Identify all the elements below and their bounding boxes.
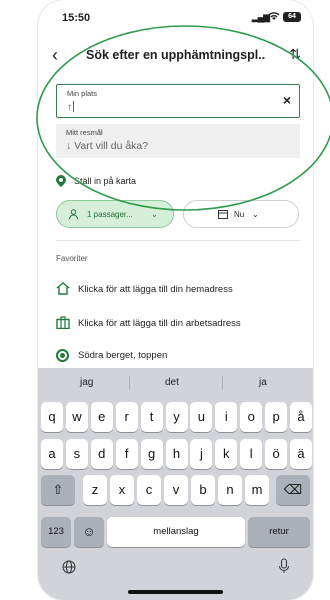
time-label: Nu xyxy=(234,210,245,219)
key-c[interactable]: c xyxy=(137,475,161,505)
key-r[interactable]: r xyxy=(115,402,138,432)
favorite-home-label: Klicka för att lägga till din hemadress xyxy=(78,284,233,295)
microphone-icon[interactable] xyxy=(278,558,290,577)
key-b[interactable]: b xyxy=(191,475,215,505)
key-a[interactable]: a xyxy=(41,439,63,469)
key-n[interactable]: n xyxy=(218,475,242,505)
arrow-down-icon: ↓ xyxy=(66,140,72,152)
favorite-saved-label: Södra berget, toppen xyxy=(78,350,168,361)
suggestion-separator xyxy=(129,376,130,390)
destination-field[interactable]: Mitt resmål ↓ Vart vill du åka? xyxy=(56,124,300,158)
suggestion-bar: jag det ja xyxy=(38,368,313,398)
key-o[interactable]: o xyxy=(240,402,263,432)
location-target-icon xyxy=(56,349,69,362)
key-k[interactable]: k xyxy=(215,439,238,469)
swap-icon[interactable]: ⇅ xyxy=(289,46,301,63)
destination-label: Mitt resmål xyxy=(66,128,103,137)
return-key[interactable]: retur xyxy=(248,517,310,547)
back-icon[interactable]: ‹ xyxy=(52,46,58,64)
text-caret xyxy=(73,101,74,112)
key-h[interactable]: h xyxy=(165,439,188,469)
pickup-label: Min plats xyxy=(67,89,98,98)
key-u[interactable]: u xyxy=(190,402,213,432)
chevron-down-icon: ⌄ xyxy=(252,210,259,219)
passenger-chip[interactable]: 1 passager... ⌄ xyxy=(56,200,174,228)
page-title: Sök efter en upphämtningspl... xyxy=(86,48,266,62)
key-e[interactable]: e xyxy=(90,402,113,432)
pickup-value: ↑ xyxy=(67,101,74,113)
phone-screen: 15:50 ▂▄▆ 64 ‹ Sök efter en upphämtnings… xyxy=(38,0,313,600)
map-pin-icon xyxy=(56,175,66,190)
key-f[interactable]: f xyxy=(115,439,138,469)
battery-icon: 64 xyxy=(283,12,301,22)
globe-icon[interactable] xyxy=(62,560,76,577)
set-on-map-label: Ställ in på karta xyxy=(74,176,137,186)
emoji-key[interactable]: ☺ xyxy=(74,517,104,547)
status-time: 15:50 xyxy=(62,12,91,24)
backspace-key[interactable]: ⌫ xyxy=(276,475,310,505)
suggestion-3[interactable]: ja xyxy=(259,377,267,388)
key-g[interactable]: g xyxy=(140,439,163,469)
suggestion-1[interactable]: jag xyxy=(80,377,93,388)
key-ö[interactable]: ö xyxy=(265,439,288,469)
wifi-icon xyxy=(268,11,280,24)
key-j[interactable]: j xyxy=(190,439,213,469)
key-ä[interactable]: ä xyxy=(290,439,312,469)
key-i[interactable]: i xyxy=(215,402,238,432)
key-p[interactable]: p xyxy=(265,402,288,432)
key-s[interactable]: s xyxy=(65,439,88,469)
calendar-icon xyxy=(218,209,228,221)
space-key[interactable]: mellanslag xyxy=(107,517,245,547)
divider xyxy=(56,240,300,241)
briefcase-icon xyxy=(56,316,70,332)
suggestion-2[interactable]: det xyxy=(165,377,179,388)
numbers-key[interactable]: 123 xyxy=(41,517,71,547)
pickup-field[interactable]: Min plats ↑ × xyxy=(56,84,300,118)
person-icon xyxy=(69,209,78,221)
key-d[interactable]: d xyxy=(90,439,113,469)
key-q[interactable]: q xyxy=(41,402,63,432)
header: ‹ Sök efter en upphämtningspl... ⇅ xyxy=(38,40,313,74)
favorites-heading: Favoriter xyxy=(56,254,88,263)
chevron-down-icon: ⌄ xyxy=(151,210,158,219)
location-arrow-icon: ↑ xyxy=(67,102,72,113)
suggestion-separator xyxy=(222,376,223,390)
key-z[interactable]: z xyxy=(83,475,107,505)
shift-key[interactable]: ⇧ xyxy=(41,475,75,505)
key-w[interactable]: w xyxy=(65,402,88,432)
clear-icon[interactable]: × xyxy=(283,93,291,107)
home-indicator xyxy=(128,590,223,594)
signal-icon: ▂▄▆ xyxy=(251,12,270,22)
key-y[interactable]: y xyxy=(165,402,188,432)
key-x[interactable]: x xyxy=(110,475,134,505)
key-v[interactable]: v xyxy=(164,475,188,505)
destination-placeholder: ↓ Vart vill du åka? xyxy=(66,140,148,152)
status-bar: 15:50 ▂▄▆ 64 xyxy=(38,0,313,34)
passenger-label: 1 passager... xyxy=(87,210,133,219)
key-l[interactable]: l xyxy=(240,439,263,469)
keyboard: jag det ja qwertyuiopå asdfghjklöä zxcvb… xyxy=(38,368,313,600)
key-å[interactable]: å xyxy=(290,402,312,432)
home-icon xyxy=(56,282,70,298)
time-chip[interactable]: Nu ⌄ xyxy=(183,200,299,228)
favorite-work-label: Klicka för att lägga till din arbetsadre… xyxy=(78,318,241,329)
key-t[interactable]: t xyxy=(140,402,163,432)
key-m[interactable]: m xyxy=(245,475,269,505)
destination-placeholder-text: Vart vill du åka? xyxy=(74,140,149,152)
